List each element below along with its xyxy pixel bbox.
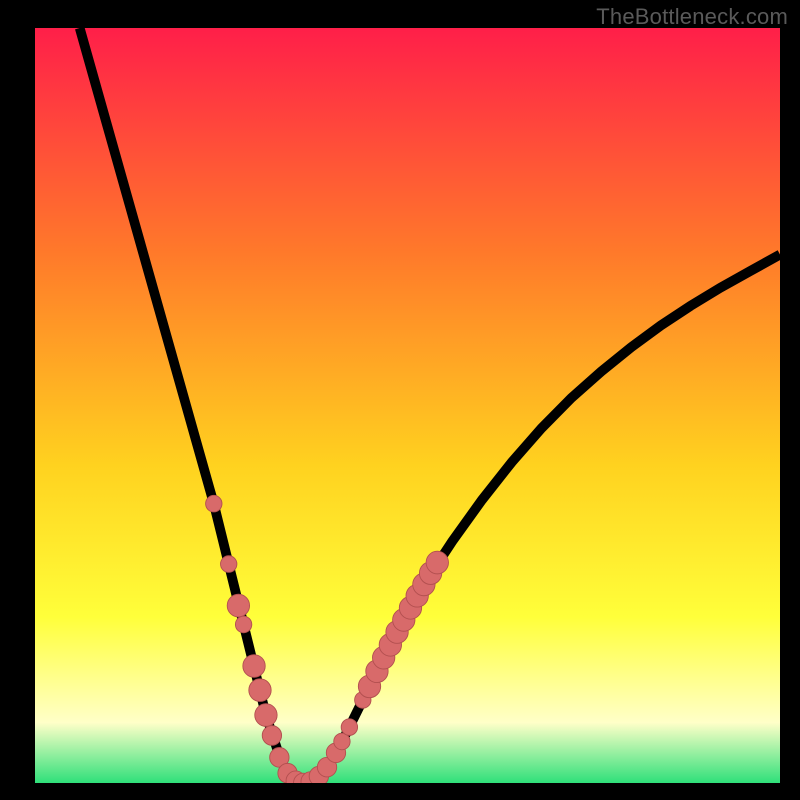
bottleneck-plot xyxy=(35,28,780,783)
curve-marker xyxy=(235,616,251,633)
watermark-label: TheBottleneck.com xyxy=(596,4,788,30)
curve-marker xyxy=(426,551,448,574)
gradient-background xyxy=(35,28,780,783)
curve-marker xyxy=(249,679,271,702)
curve-marker xyxy=(227,594,249,617)
plot-svg xyxy=(35,28,780,783)
curve-marker xyxy=(341,719,357,736)
chart-frame: TheBottleneck.com xyxy=(0,0,800,800)
curve-marker xyxy=(262,726,281,746)
curve-marker xyxy=(255,704,277,727)
curve-marker xyxy=(243,655,265,678)
curve-marker xyxy=(206,495,222,512)
curve-marker xyxy=(221,556,237,573)
